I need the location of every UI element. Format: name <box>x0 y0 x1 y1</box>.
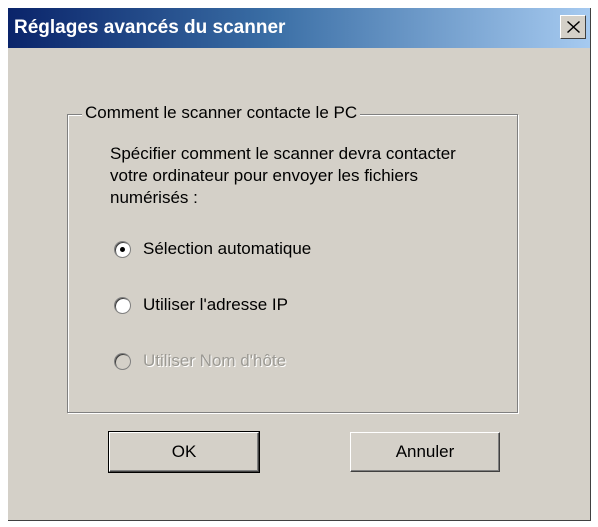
dialog-window: Réglages avancés du scanner Comment le s… <box>8 8 591 521</box>
radio-unselected-icon[interactable] <box>114 296 131 314</box>
title-bar[interactable]: Réglages avancés du scanner <box>8 8 590 48</box>
radio-label-automatic: Sélection automatique <box>143 239 312 258</box>
radio-selected-icon[interactable] <box>114 240 131 258</box>
radio-label-ip: Utiliser l'adresse IP <box>143 295 288 314</box>
contact-method-groupbox: Comment le scanner contacte le PC Spécif… <box>67 103 518 413</box>
cancel-button[interactable]: Annuler <box>350 432 500 472</box>
window-title: Réglages avancés du scanner <box>14 17 286 38</box>
close-icon <box>567 21 580 33</box>
radio-use-ip-address[interactable]: Utiliser l'adresse IP <box>114 295 288 315</box>
groupbox-label: Comment le scanner contacte le PC <box>82 103 361 123</box>
radio-label-hostname: Utiliser Nom d'hôte <box>143 351 287 370</box>
ok-button[interactable]: OK <box>108 431 260 473</box>
radio-disabled-icon <box>114 352 131 370</box>
radio-use-hostname: Utiliser Nom d'hôte <box>114 351 286 371</box>
description-text: Spécifier comment le scanner devra conta… <box>110 144 456 207</box>
close-button[interactable] <box>560 15 586 39</box>
radio-automatic-selection[interactable]: Sélection automatique <box>114 239 311 259</box>
